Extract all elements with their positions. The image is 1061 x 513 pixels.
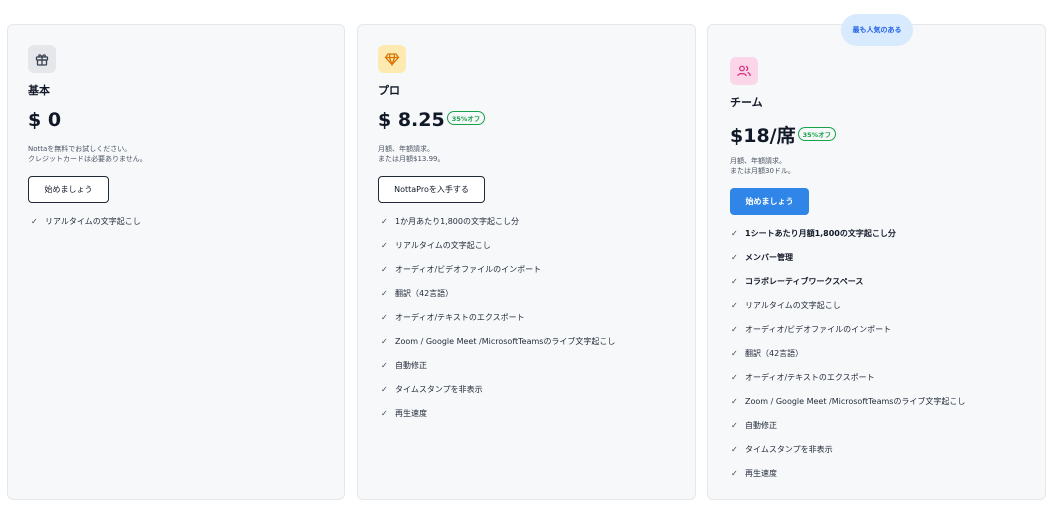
check-icon: ✓ <box>381 288 388 298</box>
plan-name: プロ <box>378 84 400 97</box>
feature-label: リアルタイムの文字起こし <box>395 240 491 250</box>
feature-label: 翻訳（42言語） <box>395 288 454 298</box>
check-icon: ✓ <box>731 348 738 358</box>
feature-label: コラボレーティブワークスペース <box>745 276 864 286</box>
feature-label: 1シートあたり月額1,800の文字起こし分 <box>745 228 896 238</box>
price-amount: $ 8.25 <box>378 109 445 131</box>
check-icon: ✓ <box>381 336 388 346</box>
feature-item: ✓ 自動修正 <box>381 353 615 377</box>
discount-badge: 35%オフ <box>797 126 837 141</box>
feature-label: Zoom / Google Meet /MicrosoftTeamsのライブ文字… <box>395 336 616 346</box>
diamond-icon <box>378 45 406 73</box>
check-icon: ✓ <box>381 264 388 274</box>
feature-item: ✓ リアルタイムの文字起こし <box>31 209 141 233</box>
description-line: または月額$13.99。 <box>378 155 445 163</box>
feature-item: ✓ オーディオ/テキストのエクスポート <box>731 365 965 389</box>
feature-label: 自動修正 <box>745 420 777 430</box>
feature-label: 自動修正 <box>395 360 427 370</box>
check-icon: ✓ <box>731 468 738 478</box>
feature-item: ✓ オーディオ/ビデオファイルのインポート <box>731 317 965 341</box>
plan-description: Nottaを無料でお試しください。 クレジットカードは必要ありません。 <box>28 144 147 164</box>
users-icon <box>730 57 758 85</box>
feature-item: ✓ 再生速度 <box>381 401 615 425</box>
description-line: または月額30ドル。 <box>730 167 795 175</box>
check-icon: ✓ <box>381 360 388 370</box>
check-icon: ✓ <box>31 216 38 226</box>
feature-label: オーディオ/テキストのエクスポート <box>745 372 875 382</box>
feature-item: ✓ タイムスタンプを非表示 <box>381 377 615 401</box>
check-icon: ✓ <box>381 408 388 418</box>
feature-label: 翻訳（42言語） <box>745 348 804 358</box>
check-icon: ✓ <box>381 240 388 250</box>
feature-label: 再生速度 <box>395 408 427 418</box>
feature-label: オーディオ/ビデオファイルのインポート <box>745 324 892 334</box>
plan-card-team: チーム $18/席 35%オフ 月額、年額請求。 または月額30ドル。 始めましょ… <box>707 24 1046 500</box>
feature-label: 再生速度 <box>745 468 777 478</box>
check-icon: ✓ <box>381 312 388 322</box>
plan-price: $18/席 35%オフ <box>730 121 837 148</box>
feature-list: ✓ リアルタイムの文字起こし <box>31 209 141 233</box>
check-icon: ✓ <box>731 252 738 262</box>
feature-item: ✓ オーディオ/ビデオファイルのインポート <box>381 257 615 281</box>
plan-price: $ 8.25 35%オフ <box>378 109 486 131</box>
discount-badge: 35%オフ <box>446 110 486 125</box>
feature-label: タイムスタンプを非表示 <box>745 444 833 454</box>
plan-price: $ 0 <box>28 109 61 131</box>
description-line: 月額、年額請求。 <box>378 145 434 153</box>
get-notta-pro-button[interactable]: NottaProを入手する <box>378 176 485 203</box>
get-started-button[interactable]: 始めましょう <box>730 188 809 215</box>
check-icon: ✓ <box>731 276 738 286</box>
price-amount: $18/席 <box>730 125 796 147</box>
feature-item: ✓ Zoom / Google Meet /MicrosoftTeamsのライブ文… <box>731 389 965 413</box>
feature-label: メンバー管理 <box>745 252 793 262</box>
feature-list: ✓ 1シートあたり月額1,800の文字起こし分 ✓ メンバー管理 ✓ コラボレーティブ… <box>731 221 965 485</box>
plan-card-pro: プロ $ 8.25 35%オフ 月額、年額請求。 または月額$13.99。 Not… <box>357 24 696 500</box>
price-amount: $ 0 <box>28 109 62 131</box>
feature-item: ✓ 翻訳（42言語） <box>381 281 615 305</box>
feature-item: ✓ 自動修正 <box>731 413 965 437</box>
feature-item: ✓ Zoom / Google Meet /MicrosoftTeamsのライブ文… <box>381 329 615 353</box>
plan-name: チーム <box>730 96 763 109</box>
plan-description: 月額、年額請求。 または月額$13.99。 <box>378 144 445 164</box>
feature-item: ✓ コラボレーティブワークスペース <box>731 269 965 293</box>
check-icon: ✓ <box>731 420 738 430</box>
feature-label: タイムスタンプを非表示 <box>395 384 483 394</box>
feature-list: ✓ 1か月あたり1,800の文字起こし分 ✓ リアルタイムの文字起こし ✓ オーディオ… <box>381 209 615 425</box>
feature-item: ✓ 再生速度 <box>731 461 965 485</box>
feature-label: 1か月あたり1,800の文字起こし分 <box>395 216 519 226</box>
check-icon: ✓ <box>731 444 738 454</box>
feature-label: リアルタイムの文字起こし <box>745 300 841 310</box>
description-line: Nottaを無料でお試しください。 <box>28 145 132 153</box>
get-started-button[interactable]: 始めましょう <box>28 176 109 203</box>
feature-label: リアルタイムの文字起こし <box>45 216 141 226</box>
check-icon: ✓ <box>731 324 738 334</box>
plan-card-basic: 基本 $ 0 Nottaを無料でお試しください。 クレジットカードは必要ありませ… <box>7 24 345 500</box>
check-icon: ✓ <box>731 396 738 406</box>
check-icon: ✓ <box>381 384 388 394</box>
feature-item: ✓ 1シートあたり月額1,800の文字起こし分 <box>731 221 965 245</box>
check-icon: ✓ <box>381 216 388 226</box>
most-popular-badge: 最も人気のある <box>841 14 913 46</box>
check-icon: ✓ <box>731 228 738 238</box>
gift-icon <box>28 45 56 73</box>
feature-item: ✓ リアルタイムの文字起こし <box>381 233 615 257</box>
feature-item: ✓ 翻訳（42言語） <box>731 341 965 365</box>
check-icon: ✓ <box>731 300 738 310</box>
plan-description: 月額、年額請求。 または月額30ドル。 <box>730 156 795 176</box>
plan-name: 基本 <box>28 84 50 97</box>
feature-item: ✓ 1か月あたり1,800の文字起こし分 <box>381 209 615 233</box>
description-line: クレジットカードは必要ありません。 <box>28 155 147 163</box>
feature-label: オーディオ/テキストのエクスポート <box>395 312 525 322</box>
feature-item: ✓ メンバー管理 <box>731 245 965 269</box>
feature-label: オーディオ/ビデオファイルのインポート <box>395 264 542 274</box>
feature-item: ✓ タイムスタンプを非表示 <box>731 437 965 461</box>
feature-label: Zoom / Google Meet /MicrosoftTeamsのライブ文字… <box>745 396 966 406</box>
feature-item: ✓ リアルタイムの文字起こし <box>731 293 965 317</box>
check-icon: ✓ <box>731 372 738 382</box>
feature-item: ✓ オーディオ/テキストのエクスポート <box>381 305 615 329</box>
description-line: 月額、年額請求。 <box>730 157 786 165</box>
